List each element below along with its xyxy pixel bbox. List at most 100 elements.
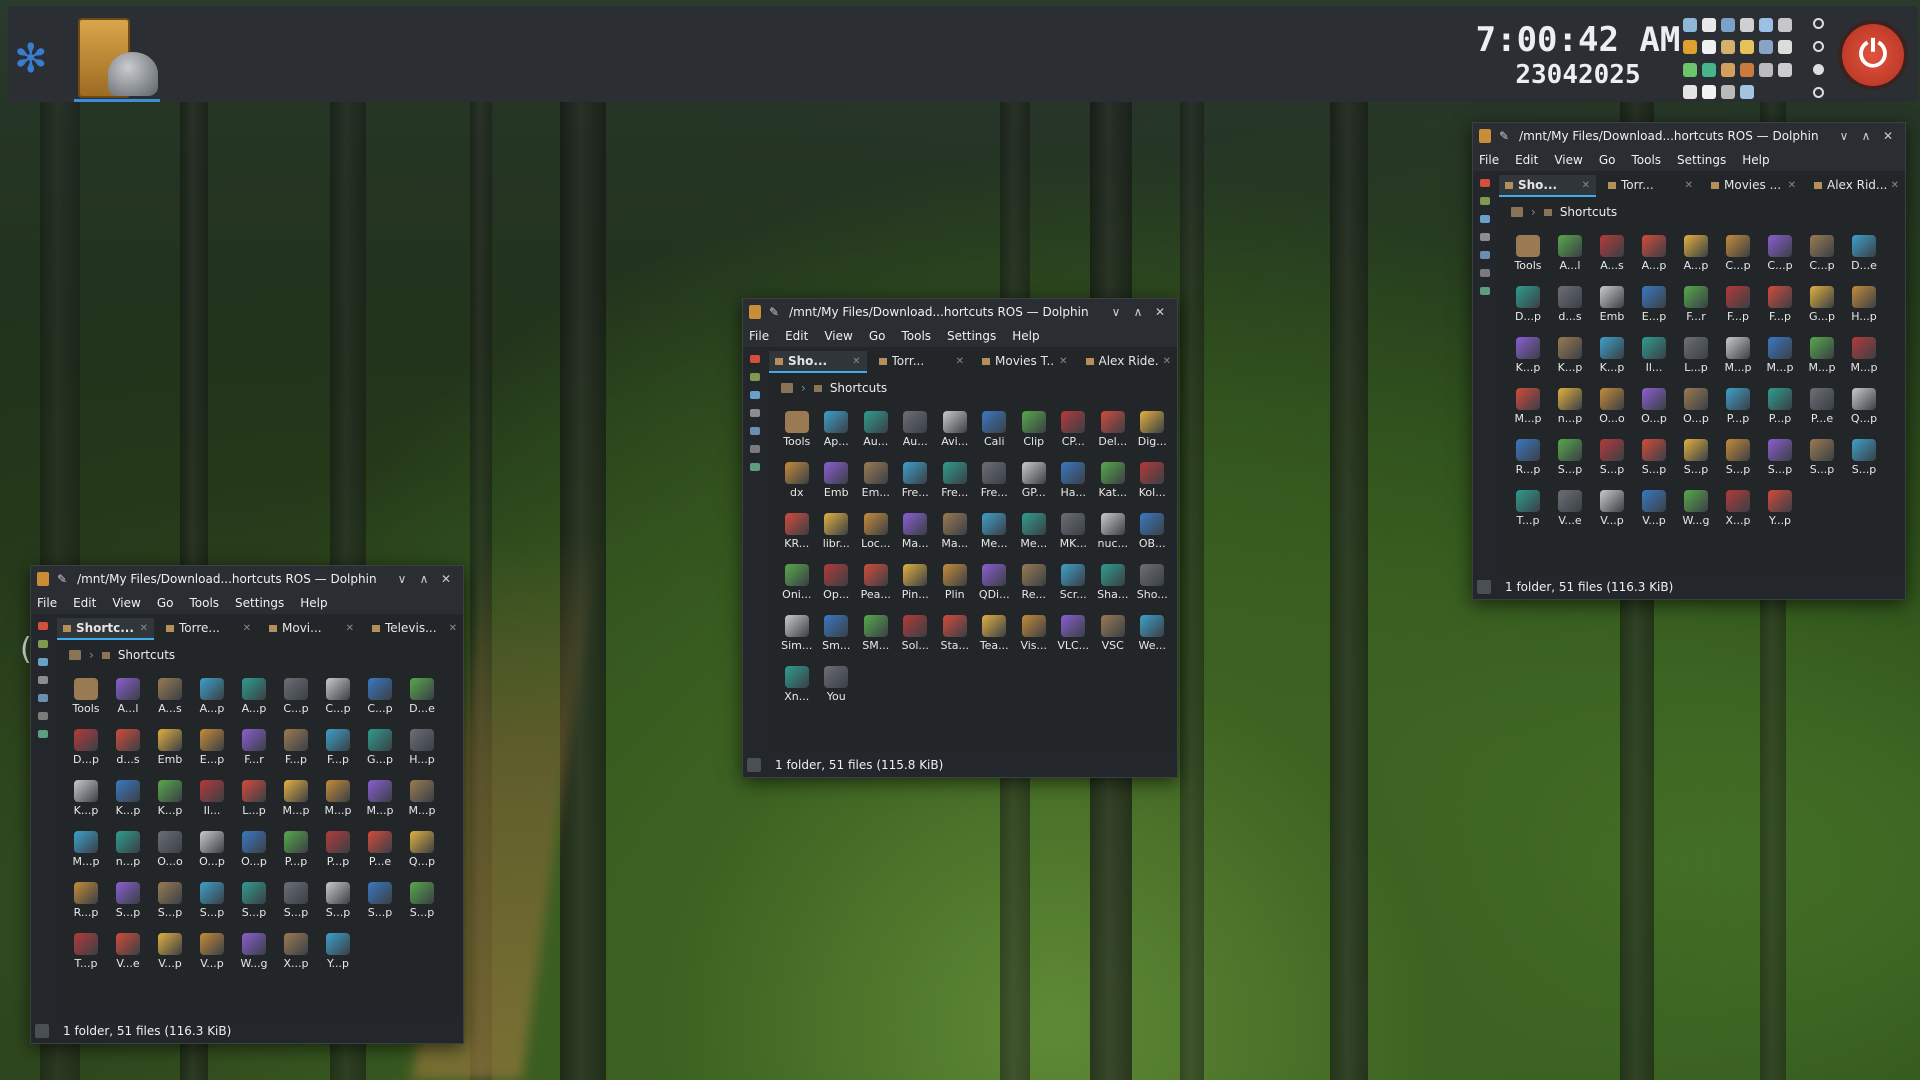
tray-icon[interactable]	[1759, 40, 1773, 55]
file-item[interactable]: K...p	[149, 776, 191, 827]
tray-icon[interactable]	[1721, 40, 1735, 55]
menu-tools[interactable]: Tools	[1631, 153, 1661, 167]
tray-icon[interactable]	[1778, 40, 1792, 55]
file-item[interactable]: nuc...	[1093, 509, 1133, 560]
file-item[interactable]: Xn...	[777, 662, 817, 713]
digital-clock[interactable]: 7:00:42 AM 23042025	[1468, 20, 1688, 90]
file-item[interactable]: C...p	[1801, 231, 1843, 282]
file-item[interactable]: S...p	[149, 878, 191, 929]
file-item[interactable]: F...r	[1675, 282, 1717, 333]
file-item[interactable]: S...p	[1675, 435, 1717, 486]
tray-icon[interactable]	[1740, 40, 1754, 55]
file-item[interactable]: O...p	[233, 827, 275, 878]
file-item[interactable]: P...p	[1759, 384, 1801, 435]
file-item[interactable]: Au...	[896, 407, 936, 458]
file-item[interactable]: O...p	[1675, 384, 1717, 435]
desktop-1-indicator[interactable]	[1813, 18, 1824, 29]
tray-icon[interactable]	[1759, 18, 1773, 32]
tray-icon[interactable]	[1778, 62, 1792, 77]
file-item[interactable]: Kat...	[1093, 458, 1133, 509]
file-item[interactable]: Au...	[856, 407, 896, 458]
file-item[interactable]: K...p	[65, 776, 107, 827]
maximize-button[interactable]: ∧	[413, 572, 435, 586]
close-tab-icon[interactable]: ✕	[449, 623, 457, 634]
file-item[interactable]: d...s	[107, 725, 149, 776]
app-menu-icon[interactable]: ✻	[14, 36, 48, 82]
file-item[interactable]: S...p	[317, 878, 359, 929]
file-item[interactable]: S...p	[359, 878, 401, 929]
file-item[interactable]: OB...	[1133, 509, 1173, 560]
menu-go[interactable]: Go	[869, 329, 886, 343]
panel-toggle-icon[interactable]	[747, 758, 761, 772]
sidebar-icon[interactable]	[750, 463, 760, 471]
file-item[interactable]: Tools	[65, 674, 107, 725]
file-item[interactable]: H...p	[1843, 282, 1885, 333]
close-tab-icon[interactable]: ✕	[346, 623, 354, 634]
close-tab-icon[interactable]: ✕	[1891, 180, 1899, 191]
breadcrumb[interactable]: › Shortcuts	[781, 381, 887, 395]
file-item[interactable]: Dig...	[1133, 407, 1173, 458]
file-item[interactable]: Ma...	[896, 509, 936, 560]
file-item[interactable]: M...p	[1507, 384, 1549, 435]
dolphin-launcher[interactable]	[70, 12, 162, 102]
sidebar-icon[interactable]	[38, 694, 48, 702]
file-item[interactable]: Kol...	[1133, 458, 1173, 509]
file-item[interactable]: M...p	[317, 776, 359, 827]
panel-toggle-icon[interactable]	[35, 1024, 49, 1038]
file-item[interactable]: M...p	[401, 776, 443, 827]
file-item[interactable]: W...g	[233, 929, 275, 980]
file-item[interactable]: H...p	[401, 725, 443, 776]
file-item[interactable]: F...r	[233, 725, 275, 776]
desktop-4-indicator[interactable]	[1813, 87, 1824, 98]
file-item[interactable]: L...p	[233, 776, 275, 827]
file-item[interactable]: W...g	[1675, 486, 1717, 537]
desktop-3-indicator[interactable]	[1813, 64, 1824, 75]
tray-icon[interactable]	[1702, 40, 1716, 55]
file-item[interactable]: Sm...	[817, 611, 857, 662]
sidebar-icon[interactable]	[1480, 251, 1490, 259]
file-item[interactable]: M...p	[1801, 333, 1843, 384]
maximize-button[interactable]: ∧	[1855, 129, 1877, 143]
tab[interactable]: Televis... ✕	[366, 618, 463, 640]
title-bar[interactable]: ✎ /mnt/My Files/Download...hortcuts ROS —…	[1473, 123, 1905, 149]
file-item[interactable]: M...p	[359, 776, 401, 827]
sidebar-icon[interactable]	[750, 409, 760, 417]
menu-go[interactable]: Go	[157, 596, 174, 610]
file-item[interactable]: F...p	[275, 725, 317, 776]
sidebar-icon[interactable]	[1480, 179, 1490, 187]
close-tab-icon[interactable]: ✕	[1788, 180, 1796, 191]
tab[interactable]: Movies T... ✕	[976, 351, 1074, 373]
file-item[interactable]: Re...	[1014, 560, 1054, 611]
close-tab-icon[interactable]: ✕	[1582, 180, 1590, 191]
file-item[interactable]: R...p	[65, 878, 107, 929]
menu-help[interactable]: Help	[300, 596, 327, 610]
dolphin-window-left[interactable]: ✎ /mnt/My Files/Download...hortcuts ROS —…	[30, 565, 464, 1044]
sidebar-icon[interactable]	[1480, 269, 1490, 277]
file-item[interactable]: P...e	[1801, 384, 1843, 435]
file-item[interactable]: Pea...	[856, 560, 896, 611]
close-tab-icon[interactable]: ✕	[956, 356, 964, 367]
file-item[interactable]: F...p	[1759, 282, 1801, 333]
file-item[interactable]: S...p	[1633, 435, 1675, 486]
menu-settings[interactable]: Settings	[235, 596, 284, 610]
tab[interactable]: Sho... ✕	[769, 351, 867, 373]
title-bar[interactable]: ✎ /mnt/My Files/Download...hortcuts ROS —…	[743, 299, 1177, 325]
file-item[interactable]: Ha...	[1054, 458, 1094, 509]
file-item[interactable]: Emb	[1591, 282, 1633, 333]
file-item[interactable]: n...p	[1549, 384, 1591, 435]
file-item[interactable]: Me...	[1014, 509, 1054, 560]
menu-edit[interactable]: Edit	[785, 329, 808, 343]
sidebar-icon[interactable]	[1480, 215, 1490, 223]
file-item[interactable]: SM...	[856, 611, 896, 662]
tray-icon[interactable]	[1740, 18, 1754, 32]
file-item[interactable]: L...p	[1675, 333, 1717, 384]
file-item[interactable]: A...s	[149, 674, 191, 725]
file-item[interactable]: P...p	[317, 827, 359, 878]
file-item[interactable]: Sho...	[1133, 560, 1173, 611]
file-item[interactable]: A...p	[1675, 231, 1717, 282]
tray-icon[interactable]	[1759, 62, 1773, 77]
file-item[interactable]: D...e	[1843, 231, 1885, 282]
file-item[interactable]: MK...	[1054, 509, 1094, 560]
file-item[interactable]: R...p	[1507, 435, 1549, 486]
file-item[interactable]: dx	[777, 458, 817, 509]
